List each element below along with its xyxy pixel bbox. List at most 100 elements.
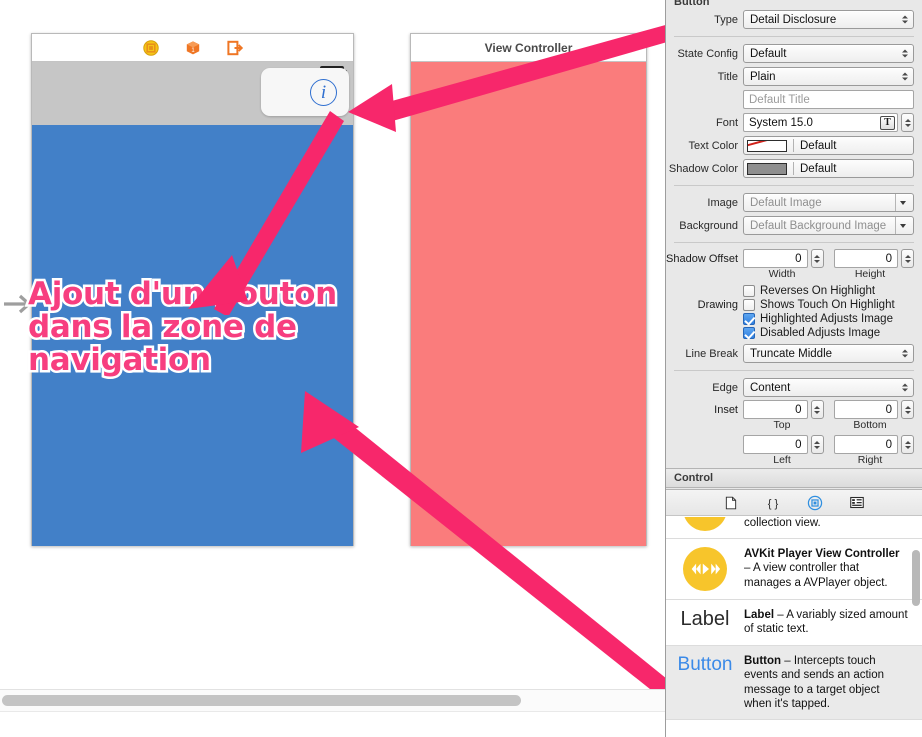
image-combo-box[interactable]: Default Image xyxy=(743,193,914,212)
row-background[interactable]: Background Default Background Image xyxy=(666,214,922,237)
type-popup-button[interactable]: Detail Disclosure xyxy=(743,10,914,29)
section-header-control: Control xyxy=(666,468,922,488)
edge-popup-button[interactable]: Content xyxy=(743,378,914,397)
annotation-line-1: Ajout d'un bouton xyxy=(26,275,340,313)
object-library-panel[interactable]: { } collection view. AVKit Player View C… xyxy=(666,489,922,737)
row-edge[interactable]: Edge Content xyxy=(666,376,922,399)
first-responder-icon[interactable]: 1 xyxy=(185,40,201,56)
code-snippet-library-icon[interactable]: { } xyxy=(764,494,782,512)
scene-red-view-controller[interactable]: View Controller xyxy=(410,33,647,546)
list-item-button[interactable]: Button Button – Intercepts touch events … xyxy=(666,645,922,721)
row-font[interactable]: Font System 15.0 T xyxy=(666,111,922,134)
attributes-pane[interactable]: Button Type Detail Disclosure State Conf… xyxy=(666,0,922,468)
row-title-text[interactable]: Default Title xyxy=(666,88,922,111)
storyboard-canvas[interactable]: 1 i View Controller Ajout d'un bouton da… xyxy=(0,0,665,737)
list-item-title: Button xyxy=(744,654,782,667)
highlighted-adjusts-image-checkbox[interactable] xyxy=(743,313,755,325)
shadow-offset-height-group[interactable]: 0 xyxy=(833,249,914,268)
attributes-inspector-panel[interactable]: Button Type Detail Disclosure State Conf… xyxy=(665,0,922,737)
canvas-horizontal-scrollbar[interactable] xyxy=(0,689,665,711)
canvas-hscroll-thumb[interactable] xyxy=(2,695,521,706)
inset-bottom-group[interactable]: 0 xyxy=(833,400,914,419)
text-color-well[interactable]: Default xyxy=(743,136,914,155)
caption-width: Width xyxy=(768,268,796,280)
title-style-popup-button[interactable]: Plain xyxy=(743,67,914,86)
label-background: Background xyxy=(679,219,738,232)
button-icon: Button xyxy=(676,654,734,676)
font-picker-icon[interactable]: T xyxy=(880,115,895,130)
row-inset-left-right[interactable]: 0 0 xyxy=(666,433,922,454)
row-line-break[interactable]: Line Break Truncate Middle xyxy=(666,340,922,365)
inset-left-group[interactable]: 0 xyxy=(743,435,824,454)
row-disabled-adjusts-image[interactable]: Disabled Adjusts Image xyxy=(666,326,922,340)
row-reverses-on-highlight[interactable]: Reverses On Highlight xyxy=(666,282,922,298)
text-color-swatch[interactable] xyxy=(747,139,787,152)
shows-touch-on-highlight-checkbox[interactable] xyxy=(743,299,755,311)
canvas-surface[interactable]: 1 i View Controller Ajout d'un bouton da… xyxy=(0,0,665,701)
inset-left-input[interactable]: 0 xyxy=(743,435,808,454)
row-image[interactable]: Image Default Image xyxy=(666,191,922,214)
text-color-value: Default xyxy=(800,139,837,152)
image-chevron-down-icon[interactable] xyxy=(895,194,910,211)
type-popup-value: Detail Disclosure xyxy=(750,13,837,26)
reverses-on-highlight-checkbox[interactable] xyxy=(743,285,755,297)
inset-right-group[interactable]: 0 xyxy=(833,435,914,454)
label-shadow-offset: Shadow Offset xyxy=(666,252,738,265)
inset-bottom-input[interactable]: 0 xyxy=(833,400,898,419)
shadow-color-swatch[interactable] xyxy=(747,162,787,175)
shadow-offset-width-input[interactable]: 0 xyxy=(743,249,808,268)
font-stepper[interactable] xyxy=(901,113,914,132)
library-tab-bar[interactable]: { } xyxy=(666,490,922,516)
library-vertical-scrollbar-thumb[interactable] xyxy=(912,550,920,606)
label-shadow-color: Shadow Color xyxy=(668,162,738,175)
list-item[interactable]: AVKit Player View Controller – A view co… xyxy=(666,539,922,600)
row-shadow-color[interactable]: Shadow Color Default xyxy=(666,157,922,180)
list-item-text: Label – A variably sized amount of stati… xyxy=(744,608,908,637)
inset-right-input[interactable]: 0 xyxy=(833,435,898,454)
disabled-adjusts-image-checkbox[interactable] xyxy=(743,327,755,339)
background-chevron-down-icon[interactable] xyxy=(895,217,910,234)
shadow-offset-width-group[interactable]: 0 xyxy=(743,249,824,268)
row-type[interactable]: Type Detail Disclosure xyxy=(666,8,922,31)
library-item-list[interactable]: collection view. AVKit Player View Contr… xyxy=(666,517,922,737)
row-highlighted-adjusts-image[interactable]: Highlighted Adjusts Image xyxy=(666,312,922,326)
inset-top-group[interactable]: 0 xyxy=(743,400,824,419)
row-inset-top-bottom[interactable]: Inset 0 0 xyxy=(666,399,922,419)
shadow-color-well[interactable]: Default xyxy=(743,159,914,178)
detail-disclosure-button[interactable]: i xyxy=(261,68,349,116)
background-combo-box[interactable]: Default Background Image xyxy=(743,216,914,235)
label-text-color: Text Color xyxy=(688,139,738,152)
inset-right-stepper[interactable] xyxy=(901,435,914,454)
inset-bottom-stepper[interactable] xyxy=(901,400,914,419)
inset-left-stepper[interactable] xyxy=(810,435,824,454)
title-style-value: Plain xyxy=(750,70,776,83)
row-state-config[interactable]: State Config Default xyxy=(666,42,922,65)
view-controller-icon[interactable] xyxy=(142,39,159,56)
row-text-color[interactable]: Text Color Default xyxy=(666,134,922,157)
inset-top-input[interactable]: 0 xyxy=(743,400,808,419)
shadow-offset-width-stepper[interactable] xyxy=(810,249,824,268)
exit-icon[interactable] xyxy=(226,40,243,56)
row-shadow-offset[interactable]: Shadow Offset 0 0 xyxy=(666,248,922,268)
media-library-icon[interactable] xyxy=(848,494,866,512)
object-library-icon[interactable] xyxy=(806,494,824,512)
label-edge: Edge xyxy=(712,381,738,394)
list-item[interactable]: Label Label – A variably sized amount of… xyxy=(666,600,922,646)
row-shows-touch-on-highlight[interactable]: Drawing Shows Touch On Highlight xyxy=(666,298,922,312)
caption-bottom: Bottom xyxy=(853,419,887,431)
scene-dock-blue[interactable]: 1 xyxy=(32,34,353,62)
navigation-bar[interactable]: i xyxy=(32,68,353,125)
file-template-library-icon[interactable] xyxy=(722,494,740,512)
row-title-style[interactable]: Title Plain xyxy=(666,65,922,88)
inset-top-stepper[interactable] xyxy=(810,400,824,419)
line-break-popup-button[interactable]: Truncate Middle xyxy=(743,344,914,363)
title-text-input[interactable]: Default Title xyxy=(743,90,914,109)
divider-4 xyxy=(674,370,914,371)
font-field[interactable]: System 15.0 T xyxy=(743,113,898,132)
scene-red-title: View Controller xyxy=(411,34,646,62)
shadow-offset-height-input[interactable]: 0 xyxy=(833,249,898,268)
scene-red-body[interactable] xyxy=(411,62,646,546)
list-item[interactable]: collection view. xyxy=(666,517,922,539)
state-config-popup-button[interactable]: Default xyxy=(743,44,914,63)
shadow-offset-height-stepper[interactable] xyxy=(901,249,914,268)
